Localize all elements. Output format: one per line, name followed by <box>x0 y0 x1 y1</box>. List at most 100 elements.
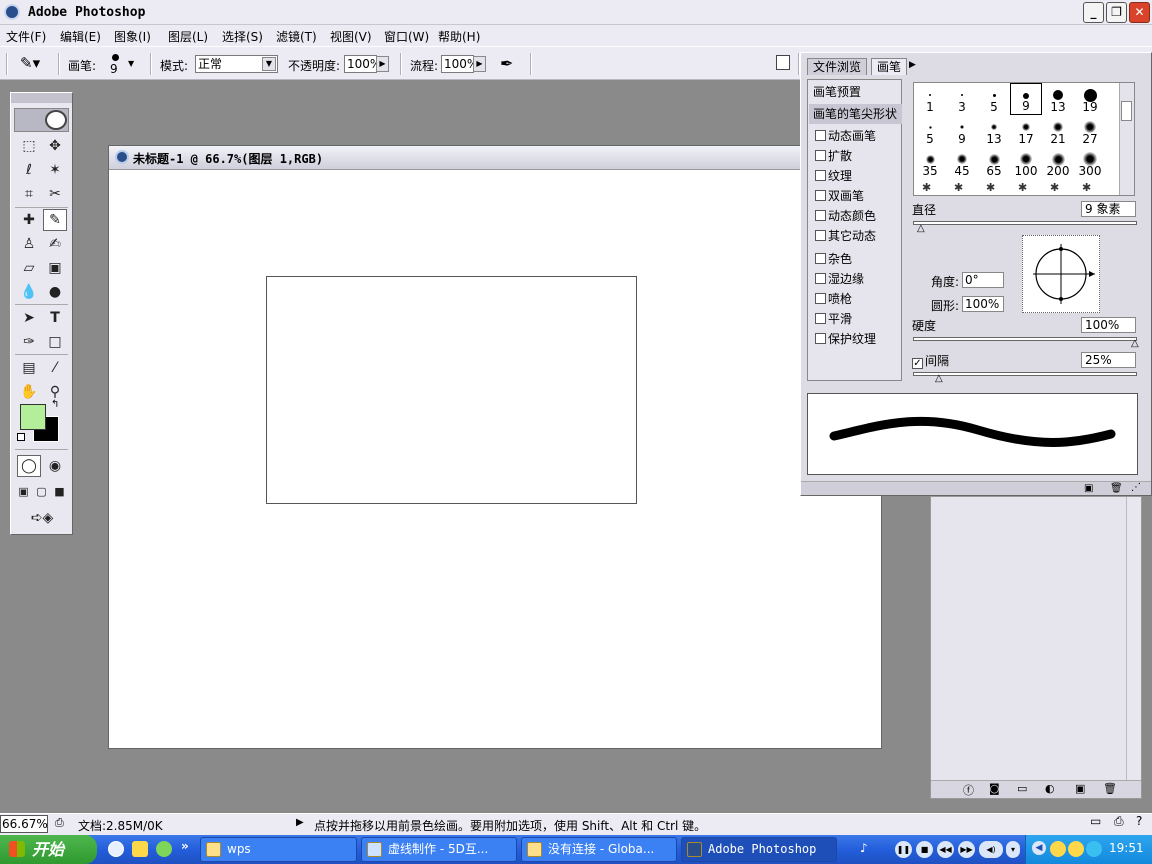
scatter-brush-icon[interactable]: ✱ <box>1082 181 1091 194</box>
full-screen-icon[interactable]: ■ <box>51 481 68 503</box>
brush-option-item[interactable]: 双画笔 <box>809 186 902 206</box>
document-info-icon[interactable]: ⎙ <box>55 816 64 830</box>
layer-set-icon[interactable]: ▭ <box>1017 782 1027 795</box>
default-colors-icon[interactable] <box>17 433 25 441</box>
scatter-brush-icon[interactable]: ✱ <box>954 181 963 194</box>
brush-tip-cell[interactable]: 27 <box>1074 115 1106 147</box>
photoshop-logo-icon[interactable] <box>14 108 69 132</box>
app-quicklaunch-icon[interactable] <box>156 841 172 857</box>
status-menu-arrow-icon[interactable]: ▶ <box>296 817 304 828</box>
spacing-slider[interactable] <box>913 372 1137 376</box>
brush-tip-cell[interactable]: 3 <box>946 83 978 115</box>
checkbox-icon[interactable] <box>815 230 826 241</box>
type-tool-icon[interactable]: T <box>43 307 67 329</box>
menu-edit[interactable]: 编辑(E) <box>60 28 101 45</box>
qq-tray-icon[interactable] <box>1050 841 1066 857</box>
task-wps[interactable]: wps <box>200 837 357 862</box>
menu-select[interactable]: 选择(S) <box>222 28 263 45</box>
ie-quicklaunch-icon[interactable] <box>108 841 124 857</box>
move-tool-icon[interactable]: ✥ <box>43 135 67 157</box>
pen-tool-icon[interactable]: ✑ <box>17 331 41 353</box>
brush-tip-cell[interactable]: 45 <box>946 147 978 179</box>
tab-brushes[interactable]: 画笔 <box>871 58 908 75</box>
brush-tip-cell[interactable]: 300 <box>1074 147 1106 179</box>
clock[interactable]: 19:51 <box>1109 841 1144 855</box>
restore-button[interactable]: ❐ <box>1106 2 1127 23</box>
spacing-field[interactable]: 25% <box>1081 352 1136 368</box>
tray-expand-icon[interactable]: ◀ <box>1032 841 1046 855</box>
foreground-color-swatch[interactable] <box>20 404 46 430</box>
roundness-field[interactable]: 100% <box>962 296 1004 312</box>
status-icon[interactable]: ⎙ <box>1114 814 1124 829</box>
jump-to-imageready-icon[interactable]: ➪◈ <box>17 507 67 529</box>
zoom-field[interactable]: 66.67% <box>0 815 48 833</box>
brush-tip-cell[interactable]: 21 <box>1042 115 1074 147</box>
brush-tip-cell[interactable]: 13 <box>1042 83 1074 115</box>
opacity-slider-arrow[interactable]: ▶ <box>376 56 389 72</box>
marquee-tool-icon[interactable]: ⬚ <box>17 135 41 157</box>
stop-icon[interactable]: ■ <box>916 841 933 858</box>
next-icon[interactable]: ▶▶ <box>958 841 975 858</box>
flow-slider-arrow[interactable]: ▶ <box>473 56 486 72</box>
brush-angle-preview[interactable] <box>1022 235 1100 313</box>
brush-tip-cell[interactable]: 65 <box>978 147 1010 179</box>
previous-icon[interactable]: ◀◀ <box>937 841 954 858</box>
task-browser-2[interactable]: 没有连接 - Globa... <box>521 837 677 862</box>
layers-scrollbar[interactable] <box>1126 497 1141 780</box>
brush-tip-cell[interactable]: 13 <box>978 115 1010 147</box>
photoshop-app-icon[interactable] <box>4 4 20 20</box>
hardness-slider[interactable] <box>913 337 1137 341</box>
diameter-field[interactable]: 9 象素 <box>1081 201 1136 217</box>
palette-menu-arrow-icon[interactable]: ▶ <box>909 60 916 70</box>
menu-file[interactable]: 文件(F) <box>6 28 46 45</box>
spacing-checkbox[interactable]: ✓ 间隔 <box>912 352 949 369</box>
airbrush-icon[interactable]: ✒ <box>500 54 513 73</box>
flow-field[interactable]: 100% <box>441 55 478 73</box>
checkbox-icon[interactable] <box>815 253 826 264</box>
brush-option-item[interactable]: 动态颜色 <box>809 206 902 226</box>
mode-select[interactable]: 正常 ▼ <box>195 55 278 73</box>
menu-help[interactable]: 帮助(H) <box>438 28 480 45</box>
standard-mode-icon[interactable]: ◯ <box>17 455 41 477</box>
brush-tip-cell[interactable]: 17 <box>1010 115 1042 147</box>
blur-tool-icon[interactable]: 💧 <box>17 281 41 303</box>
scatter-brush-icon[interactable]: ✱ <box>922 181 931 194</box>
checkbox-icon[interactable] <box>815 273 826 284</box>
chevron-down-icon[interactable]: ▼ <box>262 57 276 71</box>
document-title-bar[interactable]: 未标题-1 @ 66.7%(图层 1,RGB) <box>109 146 881 170</box>
qq-quicklaunch-icon[interactable] <box>132 841 148 857</box>
brush-tip-cell[interactable]: 5 <box>978 83 1010 115</box>
checkbox-icon[interactable] <box>815 190 826 201</box>
document-size[interactable]: 文档:2.85M/0K <box>78 817 163 834</box>
layer-style-icon[interactable]: ⓕ <box>963 782 974 798</box>
media-player-icon[interactable]: ♪ <box>860 841 868 855</box>
canvas-selection-rectangle[interactable] <box>266 276 637 504</box>
checkbox-icon[interactable] <box>815 170 826 181</box>
slice-tool-icon[interactable]: ✂ <box>43 183 67 205</box>
palette-well-icon[interactable] <box>776 55 790 70</box>
brush-tip-cell[interactable]: 19 <box>1074 83 1106 115</box>
trash-icon[interactable]: 🗑 <box>1110 483 1123 494</box>
help-icon[interactable]: ? <box>1136 814 1142 828</box>
menu-layer[interactable]: 图层(L) <box>168 28 208 45</box>
brush-option-item[interactable]: 湿边缘 <box>809 269 902 289</box>
checkbox-icon[interactable] <box>815 210 826 221</box>
brush-tool-icon[interactable]: ✎ <box>43 209 67 231</box>
healing-brush-icon[interactable]: ✚ <box>17 209 41 231</box>
brush-tip-shape-item[interactable]: 画笔的笔尖形状 <box>809 104 902 124</box>
swap-colors-icon[interactable]: ↰ <box>51 399 59 410</box>
spacing-slider-handle[interactable]: △ <box>935 373 943 384</box>
brush-option-item[interactable]: 喷枪 <box>809 289 902 309</box>
brush-grid-scrollbar[interactable] <box>1119 83 1134 195</box>
menu-window[interactable]: 窗口(W) <box>384 28 429 45</box>
new-brush-icon[interactable]: ▣ <box>1084 483 1093 494</box>
tab-file-browser[interactable]: 文件浏览 <box>807 58 868 75</box>
brush-option-item[interactable]: 保护纹理 <box>809 329 902 349</box>
pause-icon[interactable]: ❚❚ <box>895 841 912 858</box>
adjustment-layer-icon[interactable]: ◐ <box>1045 782 1055 795</box>
hardness-field[interactable]: 100% <box>1081 317 1136 333</box>
eraser-tool-icon[interactable]: ▱ <box>17 257 41 279</box>
diameter-slider-handle[interactable]: △ <box>917 223 925 234</box>
history-brush-icon[interactable]: ✍ <box>43 233 67 255</box>
brush-tip-cell[interactable]: 9 <box>946 115 978 147</box>
